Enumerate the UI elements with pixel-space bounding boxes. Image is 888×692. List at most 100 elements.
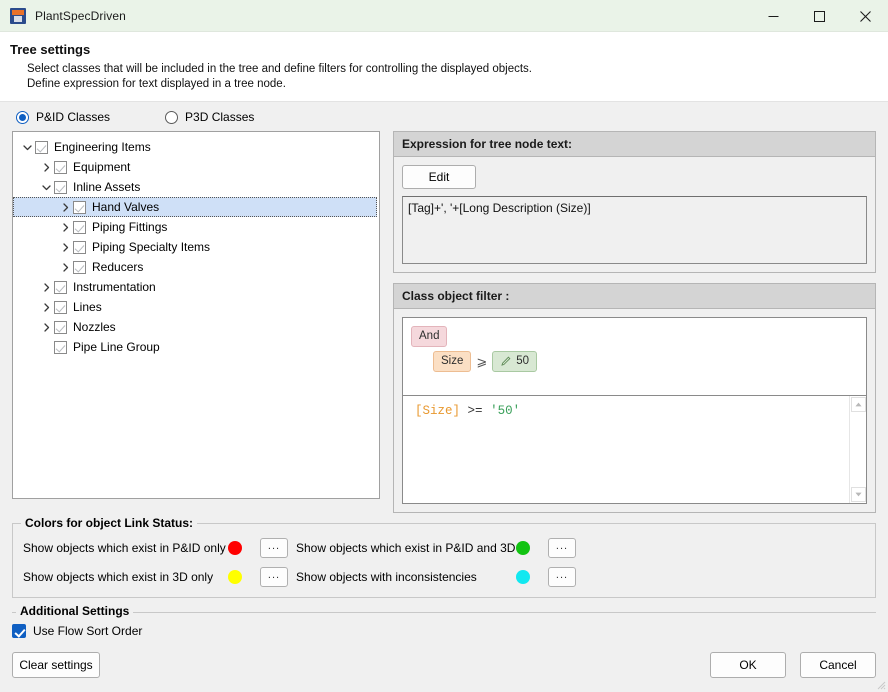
color-status-label: Show objects with inconsistencies	[296, 570, 477, 584]
tree-node[interactable]: Engineering Items	[13, 137, 379, 157]
filter-operator[interactable]: ⩾	[471, 354, 492, 370]
maximize-icon[interactable]	[796, 0, 842, 32]
tree-node[interactable]: Instrumentation	[13, 277, 379, 297]
tree-node-checkbox[interactable]	[54, 320, 67, 334]
pencil-icon	[500, 356, 511, 367]
chevron-right-icon[interactable]	[38, 279, 54, 295]
color-browse-button[interactable]: ...	[260, 567, 288, 587]
scroll-down-arrow[interactable]	[851, 487, 866, 502]
class-object-filter-group: Class object filter : And Size ⩾ 50 [Siz…	[393, 283, 876, 513]
dialog-footer: Clear settings OK Cancel	[0, 638, 888, 692]
window-title: PlantSpecDriven	[35, 8, 126, 23]
chevron-down-icon[interactable]	[19, 139, 35, 155]
color-browse-button[interactable]: ...	[548, 538, 576, 558]
class-tree[interactable]: Engineering Items Equipment Inline Assets H…	[12, 131, 380, 499]
filter-field-chip[interactable]: Size	[433, 351, 472, 372]
chevron-right-icon[interactable]	[38, 299, 54, 315]
footer-actions: OK Cancel	[710, 652, 876, 678]
color-dot-icon	[228, 541, 242, 555]
tree-node-label: Hand Valves	[92, 200, 160, 214]
chevron-right-icon[interactable]	[57, 259, 73, 275]
filter-code-area[interactable]: [Size] >= '50'	[402, 395, 867, 504]
color-swatch	[516, 541, 548, 555]
tree-node-checkbox[interactable]	[54, 160, 67, 174]
tree-node-label: Piping Specialty Items	[92, 240, 211, 254]
resize-grip[interactable]	[874, 678, 886, 690]
chevron-right-icon[interactable]	[57, 199, 73, 215]
tree-node[interactable]: Nozzles	[13, 317, 379, 337]
filter-code-text[interactable]: [Size] >= '50'	[403, 396, 849, 503]
tree-column: Engineering Items Equipment Inline Assets H…	[12, 131, 380, 513]
color-status-label: Show objects which exist in 3D only	[23, 570, 214, 584]
filter-value-chip[interactable]: 50	[492, 351, 538, 372]
tree-node-label: Nozzles	[73, 320, 116, 334]
class-mode-radio-group: P&ID Classes P3D Classes	[0, 102, 888, 131]
filter-group-title: Class object filter :	[394, 284, 875, 309]
tree-node-checkbox[interactable]	[35, 140, 48, 154]
close-icon[interactable]	[842, 0, 888, 32]
window-controls	[750, 0, 888, 32]
code-token-value: '50'	[490, 404, 521, 418]
tree-node-checkbox[interactable]	[54, 300, 67, 314]
cancel-button[interactable]: Cancel	[800, 652, 876, 678]
tree-node[interactable]: Pipe Line Group	[13, 337, 379, 357]
tree-node-checkbox[interactable]	[73, 220, 86, 234]
tree-node-checkbox[interactable]	[54, 180, 67, 194]
app-window: PlantSpecDriven Tree settings Select cla…	[0, 0, 888, 692]
tree-node-checkbox[interactable]	[73, 200, 86, 214]
radio-p3d-classes-label: P3D Classes	[185, 110, 255, 124]
radio-pid-classes[interactable]: P&ID Classes	[16, 110, 110, 124]
tree-node[interactable]: Lines	[13, 297, 379, 317]
tree-node-checkbox[interactable]	[54, 280, 67, 294]
body-area: Engineering Items Equipment Inline Assets H…	[0, 131, 888, 513]
tree-node-label: Reducers	[92, 260, 144, 274]
clear-settings-button[interactable]: Clear settings	[12, 652, 100, 678]
tree-node-label: Inline Assets	[73, 180, 141, 194]
color-swatch	[228, 570, 260, 584]
tree-node-label: Equipment	[73, 160, 131, 174]
tree-node-label: Lines	[73, 300, 102, 314]
ok-button[interactable]: OK	[710, 652, 786, 678]
expression-group-title: Expression for tree node text:	[394, 132, 875, 157]
page-title: Tree settings	[10, 42, 91, 57]
radio-p3d-classes[interactable]: P3D Classes	[165, 110, 254, 124]
scroll-up-arrow[interactable]	[851, 397, 866, 412]
edit-expression-button[interactable]: Edit	[402, 165, 476, 189]
radio-mark-icon	[16, 110, 29, 124]
page-description-line-2: Define expression for text displayed in …	[27, 78, 286, 90]
filter-logic-chip[interactable]: And	[411, 326, 448, 347]
tree-node-checkbox[interactable]	[73, 240, 86, 254]
tree-node-label: Instrumentation	[73, 280, 156, 294]
filter-builder[interactable]: And Size ⩾ 50	[402, 317, 867, 395]
tree-node[interactable]: Piping Specialty Items	[13, 237, 379, 257]
tree-node-label: Piping Fittings	[92, 220, 168, 234]
use-flow-sort-order-checkbox[interactable]	[12, 624, 26, 638]
tree-node-checkbox[interactable]	[54, 340, 67, 354]
filter-value-text: 50	[516, 355, 530, 367]
tree-node[interactable]: Equipment	[13, 157, 379, 177]
color-dot-icon	[516, 541, 530, 555]
use-flow-sort-order-row[interactable]: Use Flow Sort Order	[12, 624, 876, 638]
filter-code-scrollbar[interactable]	[849, 396, 866, 503]
title-bar: PlantSpecDriven	[0, 0, 888, 32]
chevron-down-icon[interactable]	[38, 179, 54, 195]
color-browse-button[interactable]: ...	[548, 567, 576, 587]
chevron-right-icon[interactable]	[57, 219, 73, 235]
expression-group: Expression for tree node text: Edit [Tag…	[393, 131, 876, 273]
tree-node-checkbox[interactable]	[73, 260, 86, 274]
tree-node[interactable]: Inline Assets	[13, 177, 379, 197]
radio-pid-classes-label: P&ID Classes	[36, 110, 111, 124]
filter-condition-row: Size ⩾ 50	[433, 351, 858, 372]
color-browse-button[interactable]: ...	[260, 538, 288, 558]
tree-node[interactable]: Reducers	[13, 257, 379, 277]
minimize-icon[interactable]	[750, 0, 796, 32]
link-status-colors-group: Colors for object Link Status: Show obje…	[12, 516, 876, 598]
chevron-right-icon[interactable]	[38, 319, 54, 335]
tree-node[interactable]: Hand Valves	[13, 197, 377, 217]
chevron-right-icon[interactable]	[57, 239, 73, 255]
tree-node[interactable]: Piping Fittings	[13, 217, 379, 237]
chevron-right-icon[interactable]	[38, 159, 54, 175]
plant-app-icon	[10, 7, 26, 24]
color-status-label: Show objects which exist in P&ID only	[23, 541, 226, 555]
